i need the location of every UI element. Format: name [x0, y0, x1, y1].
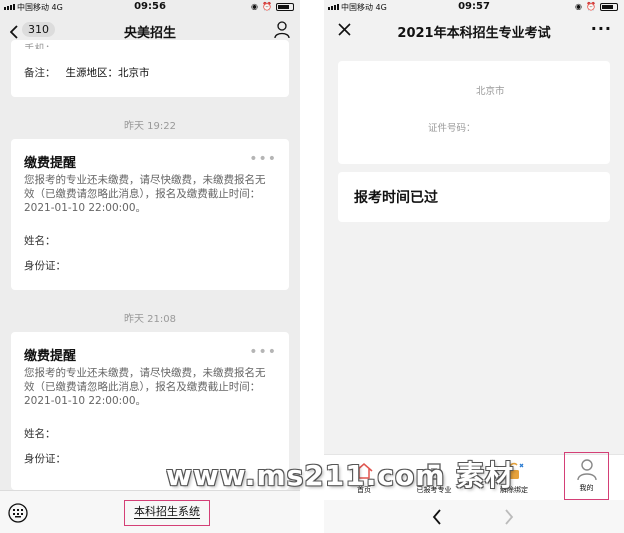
registration-closed-text: 报考时间已过 [354, 190, 438, 206]
message-title: 缴费提醒 [24, 349, 77, 364]
keyboard-icon[interactable] [8, 503, 28, 523]
status-bar: 中国移动 4G 09:57 ◉ ⏰ [324, 0, 624, 16]
alarm-icon: ⏰ [586, 2, 596, 11]
lock-rotation-icon: ◉ [251, 2, 259, 11]
chat-title: 央美招生 [123, 26, 176, 41]
message-body: 您报考的专业还未缴费，请尽快缴费，未缴费报名无效（已缴费请忽略此消息），报名及缴… [24, 367, 266, 407]
region-value: 北京市 [476, 86, 505, 97]
notice-card: 报考时间已过 [338, 172, 610, 222]
battery-icon [276, 3, 294, 11]
name-label: 姓名： [24, 235, 56, 247]
more-dots-icon[interactable]: ••• [249, 151, 277, 167]
more-menu-icon[interactable]: ··· [591, 19, 612, 38]
page-title: 2021年本科招生专业考试 [397, 26, 551, 41]
browser-back-icon[interactable] [432, 509, 442, 525]
person-icon [576, 459, 597, 481]
payment-reminder-card[interactable]: 缴费提醒 ••• 您报考的专业还未缴费，请尽快缴费，未缴费报名无效（已缴费请忽略… [11, 139, 289, 290]
alarm-icon: ⏰ [262, 2, 272, 11]
browser-forward-icon[interactable] [504, 509, 514, 525]
phone-label: 手机： [24, 43, 56, 49]
remark-row: 备注： 生源地区：北京市 [24, 67, 150, 79]
name-label: 姓名： [24, 428, 56, 440]
more-dots-icon[interactable]: ••• [249, 344, 277, 360]
id-card-label: 身份证： [24, 260, 66, 272]
tab-mine[interactable]: 我的 [564, 452, 609, 500]
candidate-info-card: 北京市 证件号码： [338, 61, 610, 164]
id-number-label: 证件号码： [428, 123, 476, 134]
undergrad-system-menu-button[interactable]: 本科招生系统 [124, 500, 210, 526]
message-card-partial: 手机： 备注： 生源地区：北京市 [11, 40, 289, 97]
battery-icon [600, 3, 618, 11]
chat-bottom-bar: 本科招生系统 [0, 490, 300, 533]
message-title: 缴费提醒 [24, 156, 77, 171]
status-bar: 中国移动 4G 09:56 ◉ ⏰ [0, 0, 300, 16]
message-timestamp: 昨天 21:08 [124, 314, 176, 325]
browser-nav-bar [324, 500, 624, 533]
id-card-label: 身份证： [24, 453, 66, 465]
message-body: 您报考的专业还未缴费，请尽快缴费，未缴费报名无效（已缴费请忽略此消息），报名及缴… [24, 174, 266, 214]
lock-rotation-icon: ◉ [575, 2, 583, 11]
watermark: www.ms211.com 素材 [166, 459, 515, 492]
message-timestamp: 昨天 19:22 [124, 121, 176, 132]
profile-icon[interactable] [274, 21, 290, 39]
webview-header: 2021年本科招生专业考试 ··· [324, 17, 624, 45]
